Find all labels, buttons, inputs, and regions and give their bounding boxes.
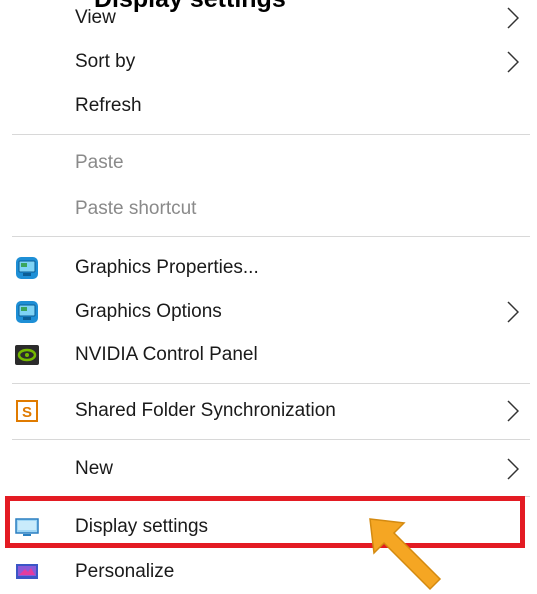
chevron-right-icon bbox=[504, 0, 522, 40]
menu-item-paste[interactable]: Paste bbox=[0, 141, 530, 185]
menu-separator bbox=[12, 439, 530, 440]
menu-item-graphics-options[interactable]: Graphics Options bbox=[0, 290, 530, 334]
personalize-icon bbox=[15, 560, 39, 584]
menu-separator bbox=[12, 134, 530, 135]
menu-item-label: Paste shortcut bbox=[75, 198, 197, 219]
shared-folder-icon: S bbox=[15, 399, 39, 423]
nvidia-icon bbox=[15, 343, 39, 367]
chevron-right-icon bbox=[504, 447, 522, 491]
intel-graphics-icon bbox=[15, 300, 39, 324]
menu-item-label: Personalize bbox=[75, 561, 175, 582]
pointer-arrow-icon bbox=[369, 518, 442, 591]
menu-item-graphics-properties[interactable]: Graphics Properties... bbox=[0, 246, 530, 290]
menu-item-view[interactable]: View bbox=[0, 0, 530, 40]
chevron-right-icon bbox=[504, 40, 522, 84]
menu-item-label: NVIDIA Control Panel bbox=[75, 344, 258, 365]
menu-item-label: Shared Folder Synchronization bbox=[75, 400, 336, 421]
menu-item-paste-shortcut[interactable]: Paste shortcut bbox=[0, 187, 530, 231]
menu-item-refresh[interactable]: Refresh bbox=[0, 84, 530, 128]
menu-separator bbox=[12, 236, 530, 237]
chevron-right-icon bbox=[504, 389, 522, 433]
menu-separator bbox=[12, 383, 530, 384]
intel-graphics-icon bbox=[15, 256, 39, 280]
menu-item-shared-folder-sync[interactable]: S Shared Folder Synchronization bbox=[0, 389, 530, 433]
svg-text:S: S bbox=[22, 404, 32, 421]
menu-item-label: Paste bbox=[75, 152, 124, 173]
menu-item-personalize[interactable]: Personalize bbox=[0, 550, 530, 594]
menu-item-label: Graphics Options bbox=[75, 301, 222, 322]
chevron-right-icon bbox=[504, 290, 522, 334]
menu-item-new[interactable]: New bbox=[0, 447, 530, 491]
menu-item-nvidia-control-panel[interactable]: NVIDIA Control Panel bbox=[0, 333, 530, 377]
menu-item-label: View bbox=[75, 7, 116, 28]
menu-item-label: Graphics Properties... bbox=[75, 257, 259, 278]
menu-item-label: Sort by bbox=[75, 51, 136, 72]
menu-item-label: New bbox=[75, 458, 114, 479]
menu-item-sort-by[interactable]: Sort by bbox=[0, 40, 530, 84]
menu-item-label: Refresh bbox=[75, 95, 142, 116]
